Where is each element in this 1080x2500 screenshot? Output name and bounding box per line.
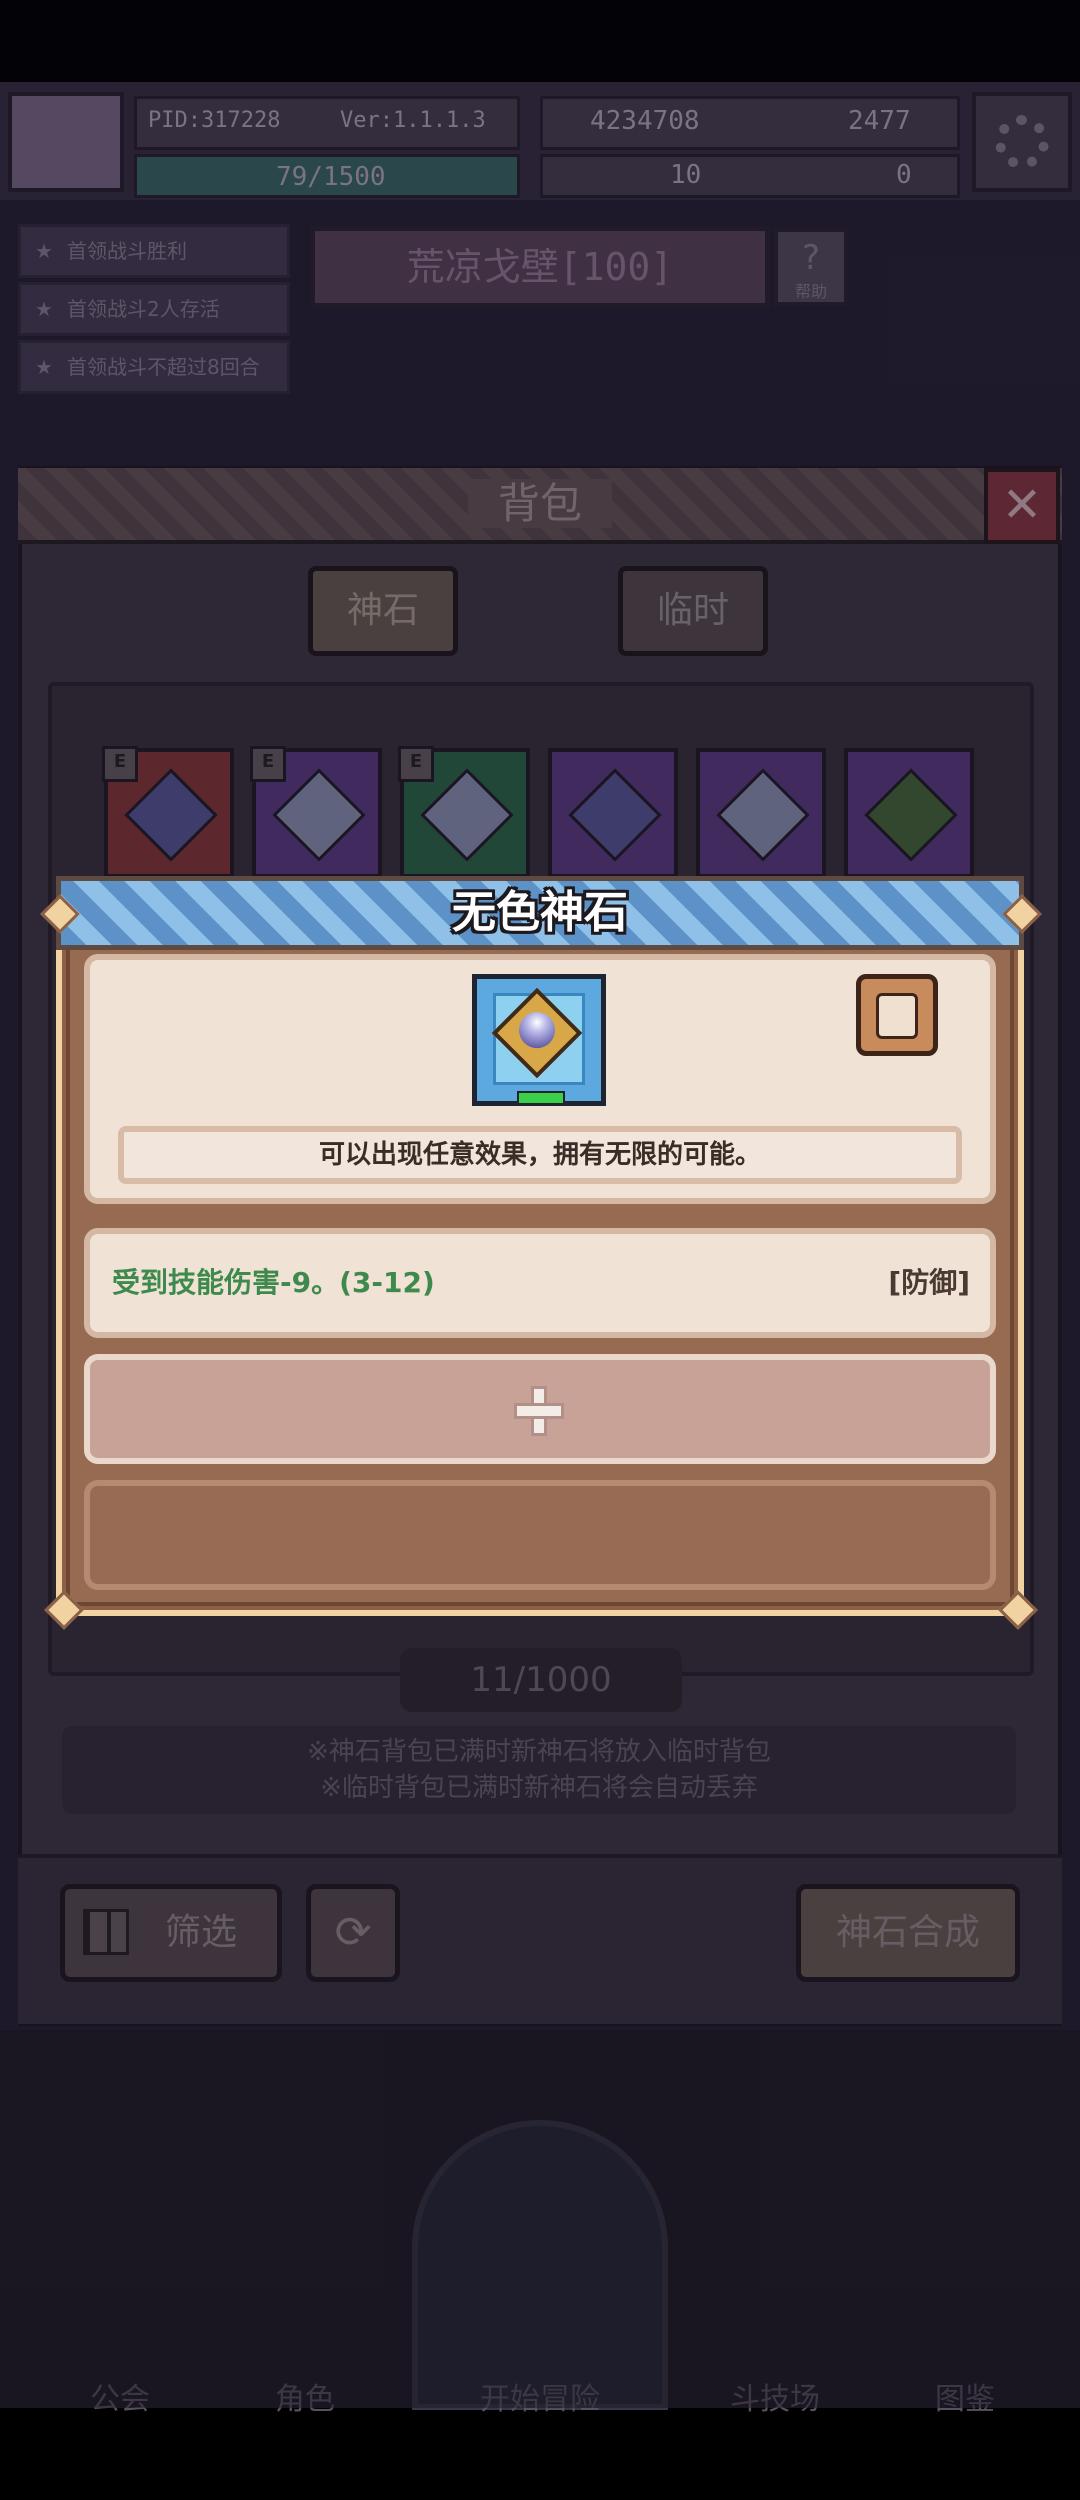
attribute-text: 受到技能伤害-9。(3-12) bbox=[112, 1266, 435, 1299]
colorless-gem-icon bbox=[472, 974, 606, 1106]
attribute-type-tag: [防御] bbox=[888, 1266, 970, 1299]
plus-icon bbox=[514, 1386, 564, 1436]
gem-description: 可以出现任意效果，拥有无限的可能。 bbox=[118, 1126, 962, 1184]
empty-attribute-slot bbox=[84, 1480, 996, 1590]
modal-title: 无色神石 bbox=[452, 887, 628, 938]
gem-level-bar bbox=[517, 1091, 565, 1105]
unlock-button[interactable] bbox=[856, 974, 938, 1056]
unlock-icon bbox=[876, 993, 918, 1039]
